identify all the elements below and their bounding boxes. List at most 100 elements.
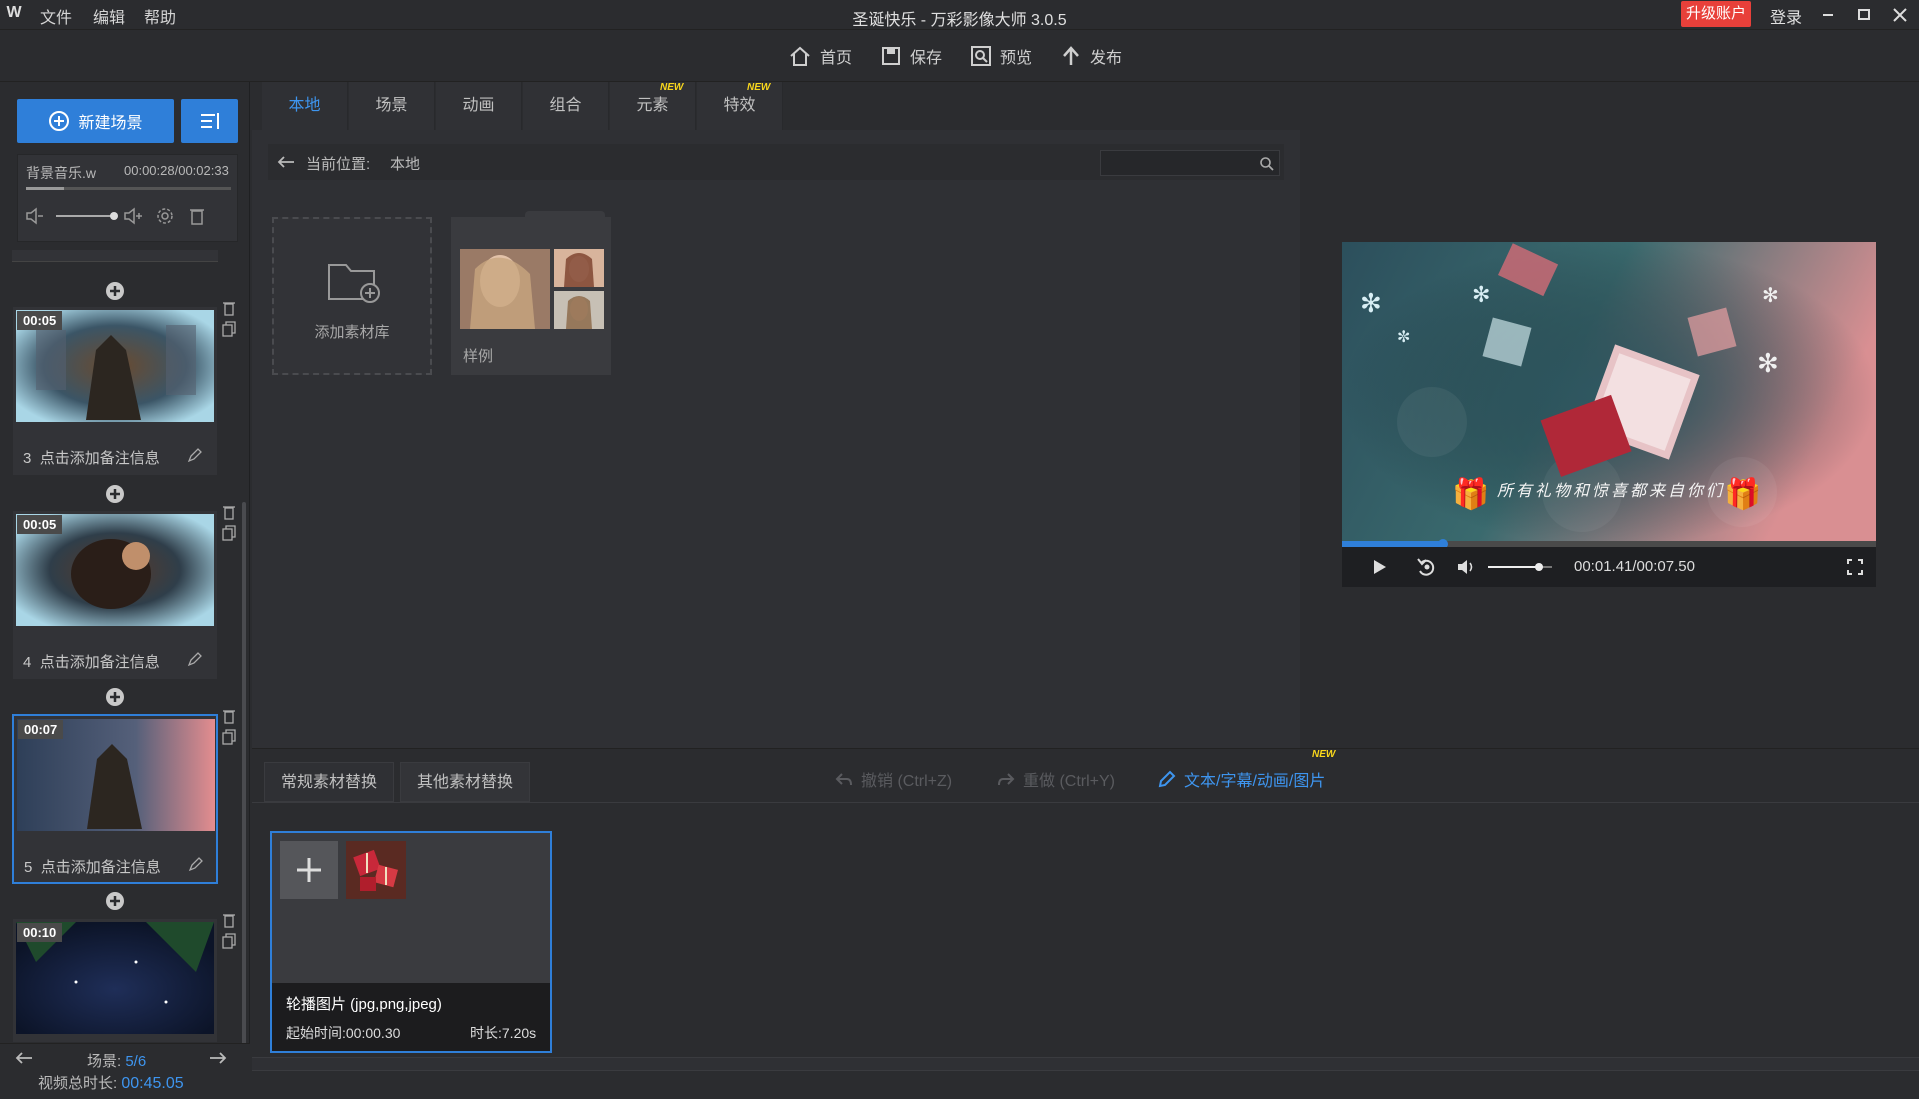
edit-icon[interactable]: [188, 856, 204, 872]
player-time: 00:01.41/00:07.50: [1574, 558, 1695, 575]
scene-count-label: 场景:: [87, 1053, 122, 1070]
fullscreen-icon[interactable]: [1846, 558, 1864, 576]
player-controls: 00:01.41/00:07.50: [1342, 547, 1876, 587]
close-icon[interactable]: [1887, 2, 1913, 28]
scene-card-partial[interactable]: [12, 250, 218, 262]
folder-tab: [525, 211, 605, 221]
copy-icon[interactable]: [222, 525, 236, 541]
material-tabs: 本地 场景 动画 组合 元素 特效 NEW NEW: [252, 82, 1300, 130]
scene-card-3[interactable]: 00:05 3 点击添加备注信息: [12, 306, 218, 476]
total-duration-value: 00:45.05: [121, 1075, 184, 1092]
edit-icon[interactable]: [187, 651, 203, 667]
new-scene-label: 新建场景: [78, 115, 143, 132]
maximize-icon[interactable]: [1851, 2, 1877, 28]
scene-4-actions: [222, 504, 236, 541]
scene-note[interactable]: 4 点击添加备注信息: [23, 651, 160, 672]
replay-icon[interactable]: [1416, 557, 1438, 577]
save-button[interactable]: 保存: [880, 42, 942, 70]
music-name: 背景音乐.w: [26, 165, 96, 181]
add-scene-icon[interactable]: [104, 483, 126, 505]
publish-button[interactable]: 发布: [1060, 42, 1122, 70]
next-scene-icon[interactable]: [208, 1050, 228, 1066]
tab-regular-replace[interactable]: 常规素材替换: [264, 762, 395, 802]
add-scene-icon[interactable]: [104, 890, 126, 912]
menu-help[interactable]: 帮助: [144, 4, 176, 28]
publish-label: 发布: [1090, 50, 1123, 67]
list-icon: [200, 113, 219, 129]
gift-right-icon: 🎁: [1724, 476, 1761, 511]
video-preview[interactable]: ✻ ✻ ✻ ✻ ✼ 🎁 🎁 所有礼物和惊喜都来自你们: [1342, 242, 1876, 547]
tab-animation[interactable]: 动画: [436, 82, 522, 130]
home-icon: [790, 46, 810, 66]
path-value[interactable]: 本地: [390, 153, 420, 174]
copy-icon[interactable]: [222, 729, 236, 745]
edit-icon[interactable]: [187, 447, 203, 463]
sample-folder-card[interactable]: 样例: [451, 211, 611, 375]
minimize-icon[interactable]: [1815, 2, 1841, 28]
scene-list-scrollbar[interactable]: [242, 502, 246, 1052]
video-progress-knob[interactable]: [1438, 539, 1449, 547]
scene-5-actions: [222, 708, 236, 745]
menu-edit[interactable]: 编辑: [93, 4, 125, 28]
upgrade-account-button[interactable]: 升级账户: [1681, 1, 1751, 27]
login-link[interactable]: 登录: [1770, 4, 1802, 28]
asset-info: 轮播图片 (jpg,png,jpeg) 起始时间:00:00.30 时长:7.2…: [272, 983, 550, 1051]
scene-count: 场景: 5/6: [87, 1050, 146, 1071]
preview-icon: [971, 46, 991, 66]
preview-button[interactable]: 预览: [970, 42, 1032, 70]
new-scene-button[interactable]: 新建场景: [17, 99, 174, 143]
copy-icon[interactable]: [222, 933, 236, 949]
player-volume-slider[interactable]: [1488, 563, 1552, 571]
play-icon[interactable]: [1370, 558, 1388, 576]
trash-icon[interactable]: [222, 708, 236, 724]
carousel-asset-card[interactable]: 轮播图片 (jpg,png,jpeg) 起始时间:00:00.30 时长:7.2…: [270, 831, 552, 1053]
add-image-button[interactable]: [280, 841, 338, 899]
scene-note[interactable]: 5 点击添加备注信息: [24, 856, 161, 877]
trash-icon[interactable]: [222, 504, 236, 520]
search-icon[interactable]: [1259, 156, 1275, 172]
scene-list-button[interactable]: [181, 99, 238, 143]
add-scene-icon[interactable]: [104, 686, 126, 708]
background-music-box: 背景音乐.w 00:00:28/00:02:33: [17, 154, 238, 242]
trash-icon[interactable]: [186, 205, 208, 227]
copy-icon[interactable]: [222, 321, 236, 337]
tab-scene[interactable]: 场景: [349, 82, 435, 130]
add-folder-icon: [326, 257, 382, 305]
volume-icon[interactable]: [1456, 557, 1478, 577]
menu-file[interactable]: 文件: [40, 4, 72, 28]
scene-duration: 00:10: [17, 923, 63, 942]
volume-down-icon[interactable]: [24, 205, 46, 227]
tab-combo[interactable]: 组合: [523, 82, 609, 130]
horizontal-scrollbar[interactable]: [252, 1057, 1919, 1071]
music-volume-slider[interactable]: [56, 212, 118, 220]
music-progress[interactable]: [26, 187, 231, 190]
volume-up-icon[interactable]: [122, 205, 144, 227]
settings-icon[interactable]: [154, 205, 176, 227]
prev-scene-icon[interactable]: [14, 1050, 34, 1066]
scene-panel: 新建场景 背景音乐.w 00:00:28/00:02:33 00:05 3 点击…: [0, 82, 250, 1099]
add-scene-icon[interactable]: [104, 280, 126, 302]
add-library-card[interactable]: 添加素材库: [272, 217, 432, 375]
back-arrow-icon[interactable]: [276, 154, 296, 170]
preview-panel: ✻ ✻ ✻ ✻ ✼ 🎁 🎁 所有礼物和惊喜都来自你们 00:01.41/00:0…: [1300, 82, 1919, 748]
save-label: 保存: [910, 50, 943, 67]
scene-card-6[interactable]: 00:10: [12, 918, 218, 1043]
scene-note-text: 点击添加备注信息: [39, 654, 160, 671]
material-panel: 本地 场景 动画 组合 元素 特效 NEW NEW 当前位置: 本地 添加素材库: [252, 82, 1300, 748]
trash-icon[interactable]: [222, 912, 236, 928]
app-logo: W: [6, 4, 22, 21]
scene-card-5[interactable]: 00:07 5 点击添加备注信息: [12, 714, 218, 884]
material-search: [1100, 150, 1280, 176]
redo-button[interactable]: 重做 (Ctrl+Y): [997, 767, 1115, 791]
tab-other-replace[interactable]: 其他素材替换: [400, 762, 531, 802]
tab-local[interactable]: 本地: [262, 82, 348, 130]
text-edit-button[interactable]: 文本/字幕/动画/图片: [1158, 767, 1325, 791]
undo-button[interactable]: 撤销 (Ctrl+Z): [835, 767, 952, 791]
new-badge: NEW: [1312, 749, 1336, 760]
home-button[interactable]: 首页: [788, 42, 852, 70]
gift-image-thumbnail[interactable]: [346, 841, 406, 899]
scene-note[interactable]: 3 点击添加备注信息: [23, 447, 160, 468]
scene-card-4[interactable]: 00:05 4 点击添加备注信息: [12, 510, 218, 680]
search-input[interactable]: [1101, 151, 1251, 175]
trash-icon[interactable]: [222, 300, 236, 316]
